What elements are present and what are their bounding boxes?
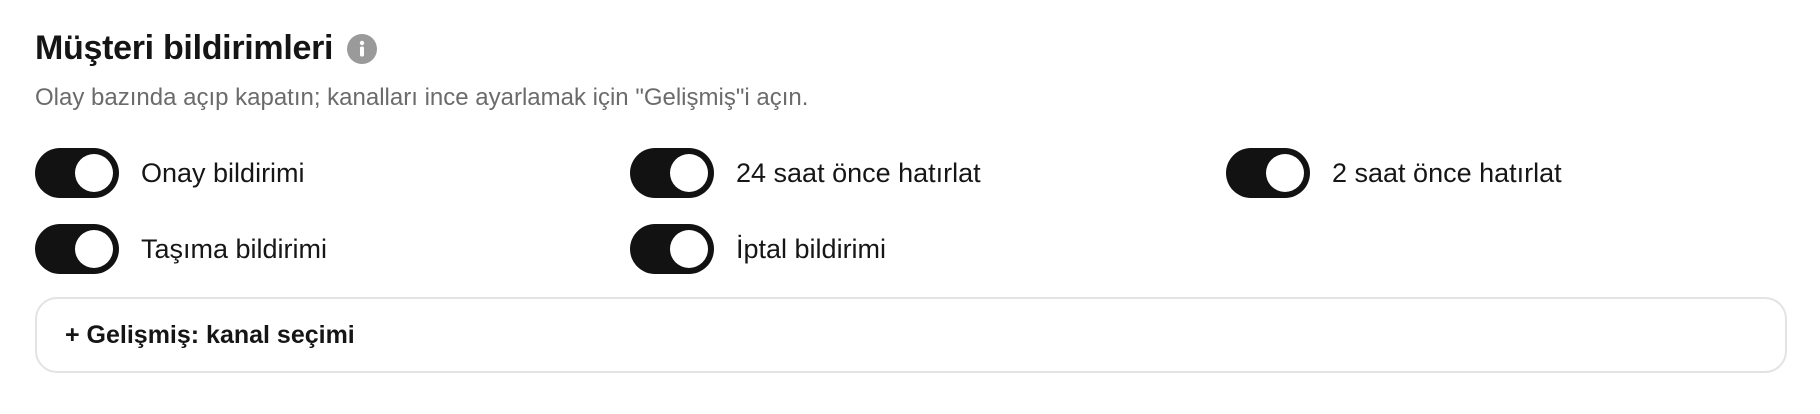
toggle-knob bbox=[1266, 154, 1304, 192]
toggle-label: 2 saat önce hatırlat bbox=[1332, 157, 1562, 188]
toggle-knob bbox=[670, 154, 708, 192]
toggle-item-reschedule[interactable]: Taşıma bildirimi bbox=[35, 224, 327, 274]
toggle-knob bbox=[670, 230, 708, 268]
cancellation-toggle-switch[interactable] bbox=[630, 224, 714, 274]
toggle-label: İptal bildirimi bbox=[736, 233, 887, 264]
toggle-item-confirmation[interactable]: Onay bildirimi bbox=[35, 148, 305, 198]
section-header: Müşteri bildirimleri bbox=[35, 26, 378, 70]
toggle-label: Onay bildirimi bbox=[141, 157, 305, 188]
section-title: Müşteri bildirimleri bbox=[35, 28, 334, 67]
customer-notifications-section: Müşteri bildirimleri Olay bazında açıp k… bbox=[35, 0, 1790, 414]
toggle-knob bbox=[75, 154, 113, 192]
reminder-24h-toggle-switch[interactable] bbox=[630, 148, 714, 198]
toggle-label: 24 saat önce hatırlat bbox=[736, 157, 981, 188]
reschedule-toggle-switch[interactable] bbox=[35, 224, 119, 274]
advanced-expander-label: + Gelişmiş: kanal seçimi bbox=[65, 320, 355, 349]
toggle-knob bbox=[75, 230, 113, 268]
info-icon[interactable] bbox=[347, 34, 378, 64]
toggle-item-reminder-2h[interactable]: 2 saat önce hatırlat bbox=[1226, 148, 1562, 198]
toggle-item-reminder-24h[interactable]: 24 saat önce hatırlat bbox=[630, 148, 981, 198]
reminder-2h-toggle-switch[interactable] bbox=[1226, 148, 1310, 198]
toggle-label: Taşıma bildirimi bbox=[141, 233, 328, 264]
advanced-channel-selection-expander[interactable]: + Gelişmiş: kanal seçimi bbox=[35, 297, 1787, 373]
section-subtitle: Olay bazında açıp kapatın; kanalları inc… bbox=[35, 84, 809, 111]
confirmation-toggle-switch[interactable] bbox=[35, 148, 119, 198]
toggle-item-cancellation[interactable]: İptal bildirimi bbox=[630, 224, 886, 274]
